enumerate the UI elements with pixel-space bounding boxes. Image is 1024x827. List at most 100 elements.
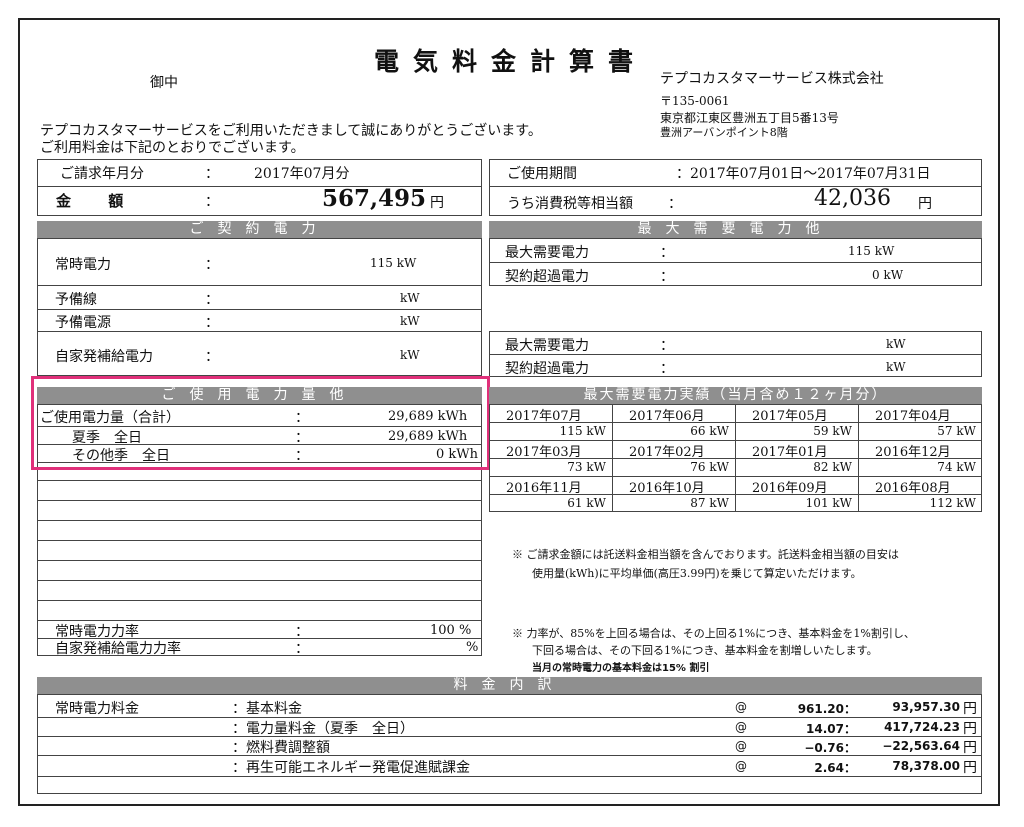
history-month: 2017年04月: [875, 409, 951, 424]
breakdown-category: 常時電力料金: [55, 701, 139, 717]
highlight-box: [31, 376, 490, 470]
history-value: 61 kW: [567, 496, 606, 510]
yen-unit: 円: [963, 760, 977, 776]
contract-value: kW: [400, 314, 420, 328]
contract-value: 115 kW: [370, 256, 417, 270]
note-1-line-1: ※ ご請求金額には託送料金相当額を含んでおります。託送料金相当額の目安は: [512, 548, 899, 561]
period-label: ご使用期間: [507, 166, 577, 182]
contract-value: kW: [400, 291, 420, 305]
colon: ：: [295, 641, 309, 657]
breakdown-item: ：燃料費調整額: [232, 740, 330, 756]
line-amount: 78,378.00: [892, 759, 960, 773]
max-demand-label: 最大需要電力: [505, 245, 589, 261]
colon: ：: [676, 166, 690, 182]
note-1-line-2: 使用量(kWh)に平均単価(高圧3.99円)を乗じて算定いただけます。: [532, 567, 862, 580]
history-value: 87 kW: [690, 496, 729, 510]
breakdown-item: ：再生可能エネルギー発電促進賦課金: [232, 760, 470, 776]
at-sign: @: [735, 759, 747, 773]
history-value: 112 kW: [929, 496, 976, 510]
note-2-line-2: 下回る場合は、その下回る1%につき、基本料金を割増しいたします。: [532, 644, 878, 657]
line-amount: 417,724.23: [884, 720, 960, 734]
recipient-suffix: 御中: [150, 75, 178, 91]
contract-header: ご契約電力: [37, 221, 482, 238]
contract-label: 予備線: [55, 292, 97, 308]
contract-label: 常時電力: [55, 257, 111, 273]
history-month: 2017年01月: [752, 445, 828, 460]
billing-month-value: 2017年07月分: [254, 166, 350, 182]
note-2-line-3: 当月の常時電力の基本料金は15% 割引: [532, 663, 710, 674]
amount-value: 567,495: [322, 185, 427, 212]
history-value: 73 kW: [567, 460, 606, 474]
colon: ：: [668, 196, 682, 212]
self-power-factor-label: 自家発補給電力力率: [55, 641, 181, 657]
excess-value: 0 kW: [872, 268, 904, 282]
history-value: 59 kW: [813, 424, 852, 438]
history-month: 2016年08月: [875, 481, 951, 496]
excess-label: 契約超過電力: [505, 361, 589, 377]
history-value: 76 kW: [690, 460, 729, 474]
colon: ：: [205, 315, 219, 331]
history-value: 115 kW: [559, 424, 606, 438]
address-line-2: 豊洲アーバンポイント8階: [660, 126, 788, 139]
history-value: 74 kW: [937, 460, 976, 474]
history-month: 2016年10月: [629, 481, 705, 496]
history-header: 最大需要電力実績（当月含め１２ヶ月分）: [489, 387, 982, 404]
power-factor-value: 100 %: [430, 623, 472, 638]
colon: ：: [205, 257, 219, 273]
history-month: 2017年03月: [506, 445, 582, 460]
history-month: 2016年12月: [875, 445, 951, 460]
contract-label: 予備電源: [55, 315, 111, 331]
amount-label: 金 額: [56, 192, 140, 210]
history-month: 2017年06月: [629, 409, 705, 424]
breakdown-header: 料金内訳: [37, 677, 982, 694]
max-demand-label: 最大需要電力: [505, 338, 589, 354]
unit-price: 14.07：: [806, 722, 856, 736]
colon: ：: [660, 269, 674, 285]
document-title: 電気料金計算書: [374, 47, 648, 76]
yen-unit: 円: [963, 701, 977, 717]
colon: ：: [205, 166, 219, 182]
history-value: 101 kW: [805, 496, 852, 510]
max-demand-value: kW: [886, 337, 906, 351]
history-month: 2016年09月: [752, 481, 828, 496]
yen-unit: 円: [963, 740, 977, 756]
greeting-line-2: ご利用料金は下記のとおりでございます。: [40, 140, 305, 156]
history-value: 66 kW: [690, 424, 729, 438]
unit-price: −0.76：: [804, 741, 856, 755]
postal-code: 〒135-0061: [660, 94, 730, 108]
self-power-factor-value: %: [466, 640, 479, 655]
unit-price: 2.64：: [814, 761, 856, 775]
history-month: 2017年02月: [629, 445, 705, 460]
note-2-line-1: ※ 力率が、85%を上回る場合は、その上回る1%につき、基本料金を1%割引し、: [512, 627, 915, 640]
history-value: 57 kW: [937, 424, 976, 438]
tax-value: 42,036: [814, 186, 891, 211]
at-sign: @: [735, 739, 747, 753]
line-amount: −22,563.64: [882, 739, 960, 753]
contract-value: kW: [400, 348, 420, 362]
excess-label: 契約超過電力: [505, 269, 589, 285]
colon: ：: [205, 292, 219, 308]
colon: ：: [205, 194, 219, 210]
max-demand-value: 115 kW: [848, 244, 895, 258]
colon: ：: [660, 361, 674, 377]
breakdown-item: ：基本料金: [232, 701, 302, 717]
yen-unit: 円: [963, 721, 977, 737]
tax-label: うち消費税等相当額: [507, 196, 633, 212]
at-sign: @: [735, 700, 747, 714]
yen-unit: 円: [430, 195, 444, 211]
history-value: 82 kW: [813, 460, 852, 474]
excess-value: kW: [886, 360, 906, 374]
unit-price: 961.20：: [797, 702, 856, 716]
contract-label: 自家発補給電力: [55, 349, 153, 365]
history-month: 2017年05月: [752, 409, 828, 424]
colon: ：: [660, 338, 674, 354]
line-amount: 93,957.30: [892, 700, 960, 714]
history-month: 2016年11月: [506, 481, 582, 496]
at-sign: @: [735, 720, 747, 734]
yen-unit: 円: [918, 196, 932, 212]
billing-month-label: ご請求年月分: [60, 166, 144, 182]
breakdown-item: ：電力量料金（夏季 全日）: [232, 721, 414, 737]
colon: ：: [205, 349, 219, 365]
max-demand-header: 最大需要電力他: [489, 221, 982, 238]
period-value: 2017年07月01日～2017年07月31日: [690, 166, 931, 182]
